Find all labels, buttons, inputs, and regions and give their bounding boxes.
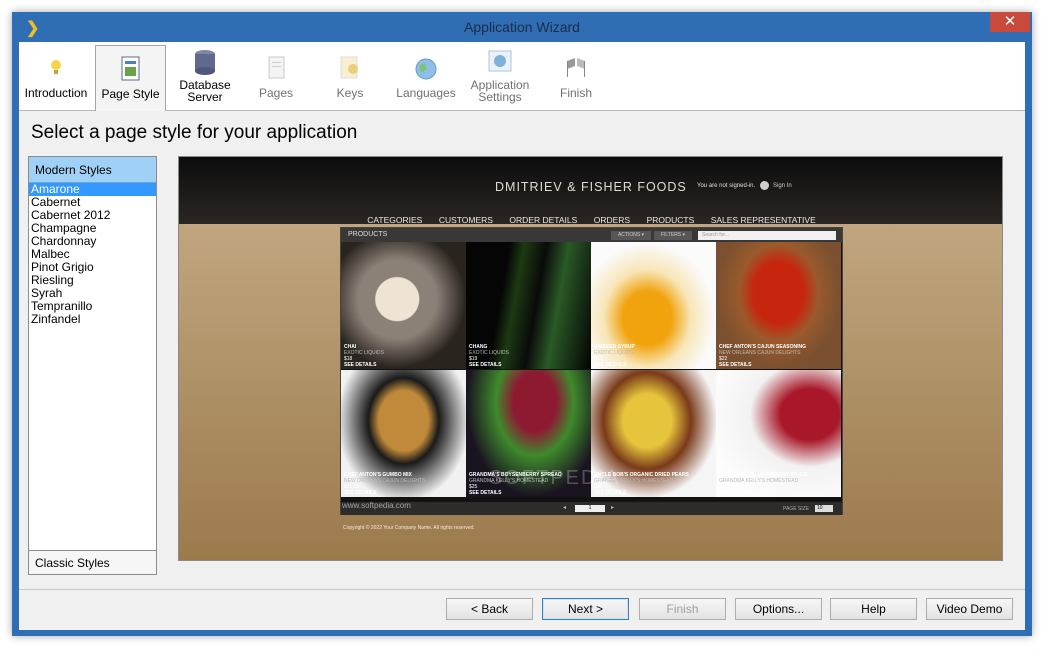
classic-styles-header[interactable]: Classic Styles [29, 550, 156, 574]
checkered-flag-icon [567, 58, 585, 77]
options-button[interactable]: Options... [735, 598, 822, 620]
step-finish-label: Finish [559, 86, 592, 100]
preview-nav-item: ORDERS [593, 215, 631, 225]
preview-grid-title: PRODUCTS [348, 231, 388, 238]
title-bar: ❯ Application Wizard ✕ [12, 12, 1032, 42]
modern-styles-header[interactable]: Modern Styles [29, 157, 156, 183]
preview-page-size-label: PAGE SIZE [783, 506, 810, 512]
step-application-settings[interactable]: Application Settings [467, 45, 533, 109]
lightbulb-icon [51, 60, 61, 74]
style-list-panel: Modern Styles Amarone Cabernet Cabernet … [28, 156, 157, 575]
preview-pager: ◂ 1 ▸ PAGE SIZE 10 [341, 502, 842, 515]
footer-separator [19, 589, 1025, 590]
step-database-server[interactable]: Database Server [172, 45, 238, 109]
preview-product-tile: CHEF ANTON'S CAJUN SEASONING NEW ORLEANS … [716, 242, 841, 369]
step-keys-label: Keys [336, 86, 364, 100]
close-button[interactable]: ✕ [990, 12, 1030, 32]
preview-product-tile: CHAI EXOTIC LIQUIDS $18 SEE DETAILS [341, 242, 466, 369]
pages-icon [268, 56, 285, 79]
video-demo-button[interactable]: Video Demo [926, 598, 1013, 620]
step-keys[interactable]: Keys [317, 45, 383, 109]
step-languages[interactable]: Languages [393, 45, 459, 109]
page-heading: Select a page style for your application [31, 122, 358, 143]
keys-icon [340, 56, 358, 79]
preview-pager-field: 1 [575, 505, 605, 512]
step-pages-label: Pages [258, 86, 294, 100]
style-preview: DMITRIEV & FISHER FOODS You are not sign… [178, 156, 1003, 561]
step-languages-label: Languages [396, 86, 456, 100]
gear-icon [760, 181, 769, 190]
window-title: Application Wizard [464, 19, 580, 35]
preview-nav-item: PRODUCTS [646, 215, 695, 225]
preview-header: DMITRIEV & FISHER FOODS You are not sign… [179, 157, 1002, 225]
preview-grid-header: PRODUCTS ACTIONS ▾ FILTERS ▾ Search for.… [341, 228, 842, 242]
preview-filters-button: FILTERS ▾ [654, 231, 692, 240]
step-page-style[interactable]: Page Style [95, 45, 166, 111]
preview-nav-item: ORDER DETAILS [509, 215, 578, 225]
finish-button[interactable]: Finish [639, 598, 726, 620]
step-pages[interactable]: Pages [243, 45, 309, 109]
preview-pager-next: ▸ [611, 505, 615, 511]
preview-search-box: Search for... [698, 231, 836, 240]
step-database-server-label: Database Server [179, 78, 231, 104]
preview-brand: DMITRIEV & FISHER FOODS [495, 180, 687, 194]
step-introduction[interactable]: Introduction [23, 45, 89, 109]
preview-nav-item: SALES REPRESENTATIVE [710, 215, 816, 225]
preview-product-tile: ANISEED SYRUP EXOTIC LIQUIDS $10 SEE DETAIL… [591, 242, 716, 369]
watermark-url: www.softpedia.com [342, 501, 411, 510]
next-button[interactable]: Next > [542, 598, 629, 620]
watermark-text: SOFTPEDIA [489, 467, 621, 489]
back-button[interactable]: < Back [446, 598, 533, 620]
wizard-steps-bar: Introduction Page Style Database Server … [19, 42, 1025, 111]
preview-nav-item: CUSTOMERS [438, 215, 493, 225]
preview-copyright: Copyright © 2022 Your Company Name. All … [343, 525, 475, 531]
preview-product-tile: CHANG EXOTIC LIQUIDS $19 SEE DETAILS [466, 242, 591, 369]
preview-nav-item: CATEGORIES [367, 215, 423, 225]
database-icon [195, 50, 215, 75]
help-button[interactable]: Help [830, 598, 917, 620]
preview-sign-in: Sign In [773, 183, 792, 189]
preview-page-size-value: 10 [815, 505, 833, 512]
step-page-style-label: Page Style [101, 87, 160, 101]
preview-actions-button: ACTIONS ▾ [611, 231, 651, 240]
step-application-settings-label: Application Settings [470, 78, 530, 104]
preview-signed-status: You are not signed-in. [697, 183, 756, 189]
application-wizard-window: ❯ Application Wizard ✕ Introduction Page… [12, 12, 1032, 636]
style-item[interactable]: Zinfandel [29, 313, 156, 326]
preview-product-tile: CHEF ANTON'S GUMBO MIX NEW ORLEANS CAJUN … [341, 370, 466, 497]
style-list: Amarone Cabernet Cabernet 2012 Champagne… [29, 183, 156, 326]
step-finish[interactable]: Finish [543, 45, 609, 109]
preview-nav: CATEGORIES CUSTOMERS ORDER DETAILS ORDER… [179, 210, 1002, 228]
step-introduction-label: Introduction [24, 86, 88, 100]
preview-product-tile: NORTHWOODS CRANBERRY SAUCE GRANDMA KELLY'… [716, 370, 841, 497]
globe-icon [415, 58, 437, 80]
wizard-client-area: Introduction Page Style Database Server … [19, 42, 1025, 630]
settings-icon [488, 50, 512, 72]
preview-pager-prev: ◂ [563, 505, 567, 511]
page-style-icon [121, 56, 139, 81]
